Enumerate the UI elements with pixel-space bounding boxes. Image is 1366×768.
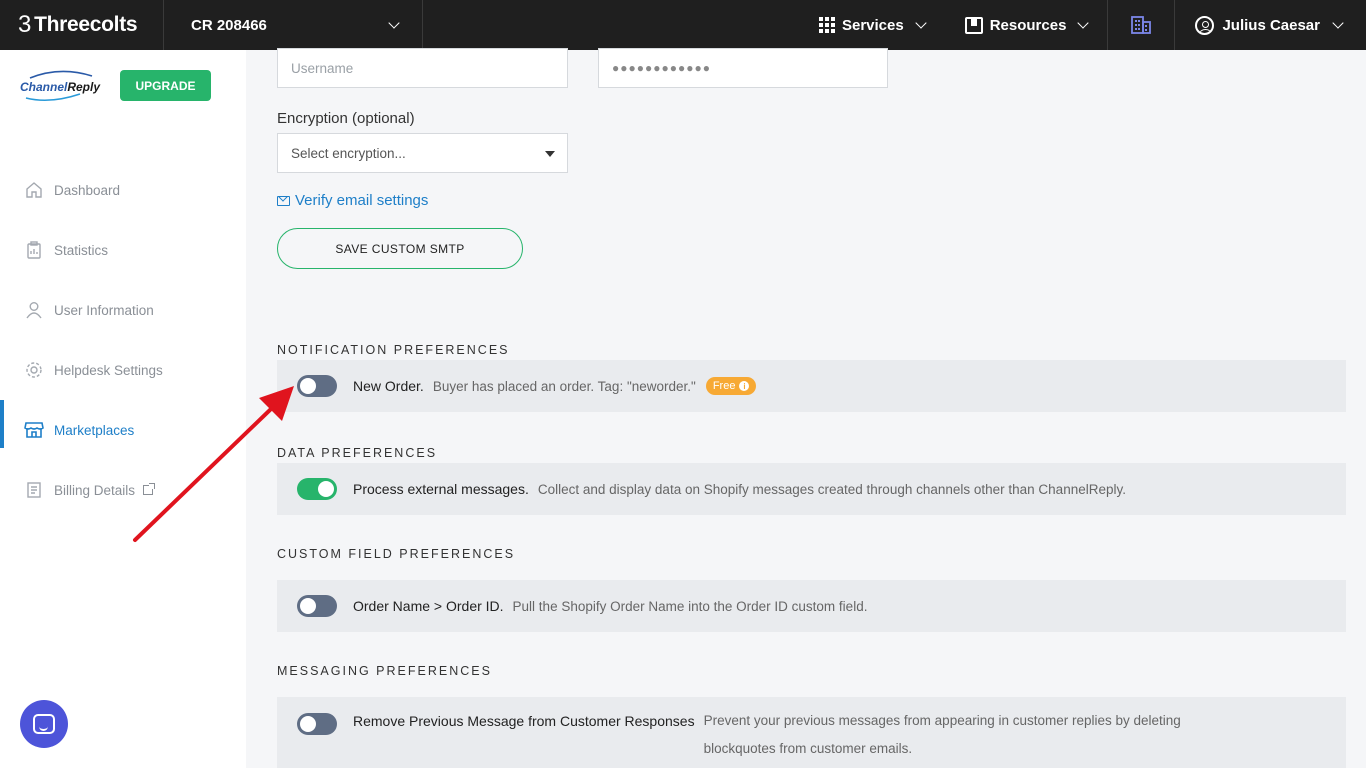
- verify-email-text: Verify email settings: [295, 192, 429, 209]
- top-bar: 3 Threecolts CR 208466 Services Resource…: [0, 0, 1366, 50]
- encryption-placeholder: Select encryption...: [291, 145, 406, 161]
- user-circle-icon: [1195, 15, 1215, 35]
- sidebar-item-label: Dashboard: [54, 182, 121, 198]
- save-custom-smtp-button[interactable]: SAVE CUSTOM SMTP: [277, 228, 523, 269]
- notification-preferences-title: NOTIFICATION PREFERENCES: [277, 343, 510, 357]
- pref-description-line1: Prevent your previous messages from appe…: [703, 713, 1181, 728]
- channelreply-logo[interactable]: ChannelReply: [20, 80, 100, 94]
- chat-icon: [33, 714, 55, 734]
- password-value: ●●●●●●●●●●●●: [612, 61, 711, 75]
- home-icon: [24, 180, 44, 200]
- building-icon: [1131, 16, 1152, 34]
- user-menu[interactable]: Julius Caesar: [1175, 0, 1366, 50]
- sidebar-item-billing-details[interactable]: Billing Details: [0, 460, 246, 520]
- resources-label: Resources: [989, 16, 1067, 34]
- book-icon: [964, 16, 983, 34]
- gear-icon: [24, 360, 44, 380]
- threecolts-logo[interactable]: 3 Threecolts: [0, 0, 164, 50]
- clipboard-icon: [24, 240, 44, 260]
- sidebar-item-label: Billing Details: [54, 482, 136, 498]
- caret-down-icon: [545, 151, 555, 157]
- username-placeholder: Username: [291, 60, 354, 76]
- organization-button[interactable]: [1107, 0, 1176, 50]
- store-icon: [24, 420, 44, 440]
- external-link-icon: [143, 483, 156, 495]
- chevron-down-icon: [1332, 16, 1344, 29]
- sidebar-item-label: Statistics: [54, 242, 109, 258]
- encryption-select[interactable]: Select encryption...: [277, 133, 568, 173]
- data-preferences-title: DATA PREFERENCES: [277, 446, 438, 460]
- username-input[interactable]: Username: [277, 48, 568, 88]
- chevron-down-icon: [915, 16, 927, 29]
- services-menu[interactable]: Services: [799, 0, 945, 50]
- encryption-label: Encryption (optional): [277, 110, 415, 127]
- threecolts-logo-glyph: 3: [18, 11, 32, 38]
- sidebar-nav: Dashboard Statistics User Information He…: [0, 160, 246, 520]
- resources-menu[interactable]: Resources: [945, 0, 1108, 50]
- user-icon: [24, 300, 44, 320]
- free-badge[interactable]: Free i: [705, 377, 757, 395]
- pref-name: Process external messages.: [353, 481, 529, 497]
- order-name-toggle[interactable]: [297, 595, 337, 617]
- chevron-down-icon: [1077, 16, 1090, 29]
- order-name-row: Order Name > Order ID. Pull the Shopify …: [277, 580, 1346, 632]
- sidebar-item-statistics[interactable]: Statistics: [0, 220, 246, 280]
- sidebar: ChannelReply UPGRADE Dashboard Statistic…: [0, 50, 246, 768]
- process-external-messages-toggle[interactable]: [297, 478, 337, 500]
- brand-name: Threecolts: [34, 13, 138, 36]
- logo-reply: Reply: [67, 80, 101, 94]
- free-badge-label: Free: [712, 380, 736, 392]
- grid-icon: [818, 17, 835, 33]
- password-input[interactable]: ●●●●●●●●●●●●: [598, 48, 888, 88]
- pref-description: Pull the Shopify Order Name into the Ord…: [512, 598, 868, 614]
- messaging-preferences-title: MESSAGING PREFERENCES: [277, 664, 492, 678]
- mail-icon: [277, 195, 290, 206]
- logo-channel: Channel: [20, 80, 68, 94]
- pref-name: Remove Previous Message from Customer Re…: [353, 713, 695, 729]
- sidebar-item-label: User Information: [54, 302, 154, 318]
- user-name: Julius Caesar: [1222, 16, 1320, 34]
- pref-description-line2: blockquotes from customer emails.: [703, 741, 913, 756]
- sidebar-item-marketplaces[interactable]: Marketplaces: [0, 400, 246, 460]
- sidebar-item-label: Helpdesk Settings: [54, 362, 163, 378]
- services-label: Services: [841, 16, 904, 34]
- sidebar-item-user-information[interactable]: User Information: [0, 280, 246, 340]
- account-id: CR 208466: [191, 16, 267, 34]
- verify-email-link[interactable]: Verify email settings: [277, 192, 428, 209]
- sidebar-item-dashboard[interactable]: Dashboard: [0, 160, 246, 220]
- pref-description: Collect and display data on Shopify mess…: [537, 481, 1126, 497]
- pref-description: Prevent your previous messages from appe…: [704, 707, 1181, 763]
- info-icon: i: [739, 381, 750, 391]
- custom-field-preferences-title: CUSTOM FIELD PREFERENCES: [277, 547, 516, 561]
- chevron-down-icon: [388, 16, 400, 29]
- upgrade-button[interactable]: UPGRADE: [120, 70, 211, 101]
- sidebar-item-label: Marketplaces: [54, 422, 135, 438]
- sidebar-item-helpdesk-settings[interactable]: Helpdesk Settings: [0, 340, 246, 400]
- chat-widget-button[interactable]: [20, 700, 68, 748]
- account-selector[interactable]: CR 208466: [164, 0, 423, 50]
- pref-name: Order Name > Order ID.: [353, 598, 504, 614]
- process-external-messages-row: Process external messages. Collect and d…: [277, 463, 1346, 515]
- pref-name: New Order.: [353, 378, 424, 394]
- remove-previous-message-row: Remove Previous Message from Customer Re…: [277, 697, 1346, 768]
- receipt-icon: [24, 480, 44, 500]
- pref-description: Buyer has placed an order. Tag: "neworde…: [432, 378, 696, 394]
- remove-previous-message-toggle[interactable]: [297, 713, 337, 735]
- main-content: Username ●●●●●●●●●●●● Encryption (option…: [246, 48, 1366, 768]
- new-order-row: New Order. Buyer has placed an order. Ta…: [277, 360, 1346, 412]
- new-order-toggle[interactable]: [297, 375, 337, 397]
